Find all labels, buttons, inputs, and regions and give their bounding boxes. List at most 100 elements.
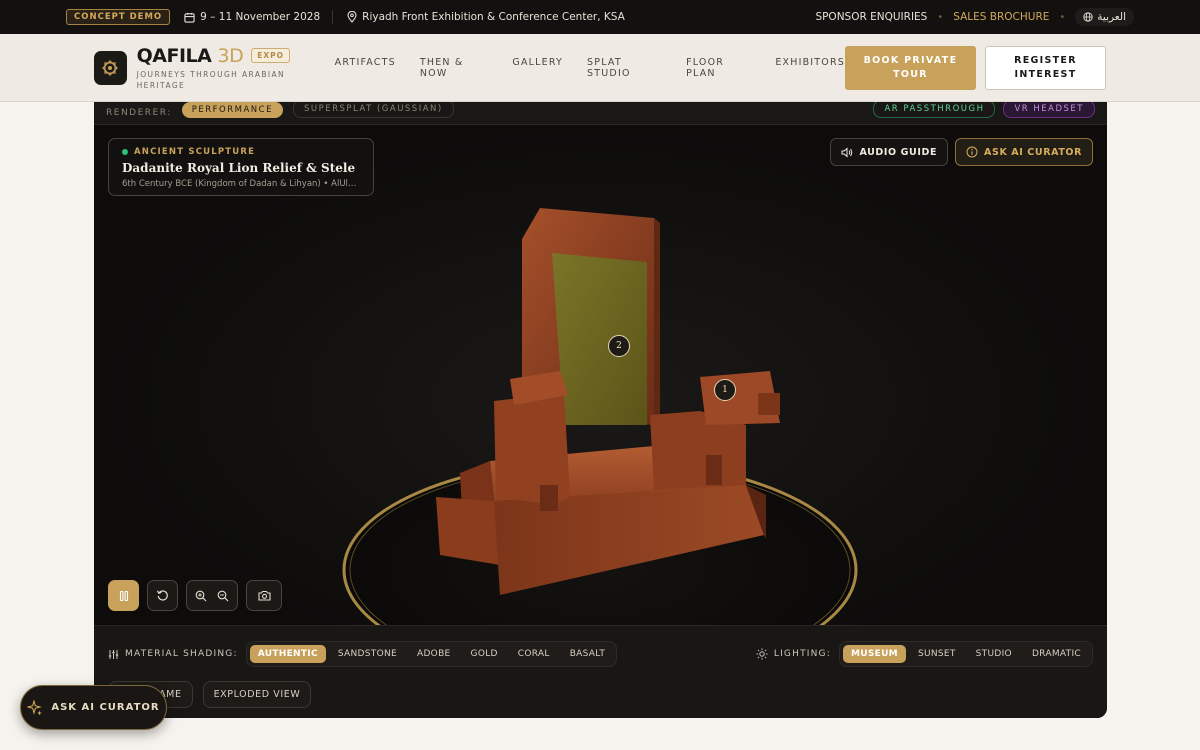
material-option-basalt[interactable]: BASALT (562, 645, 613, 663)
star-emblem-icon (102, 59, 119, 76)
hotspot-1[interactable]: 1 (714, 379, 736, 401)
top-bar-links: SPONSOR ENQUIRIES • SALES BROCHURE • الع… (815, 8, 1134, 26)
material-option-gold[interactable]: GOLD (463, 645, 506, 663)
zoom-controls (186, 580, 238, 611)
separator-dot: • (1059, 11, 1066, 23)
brand-name: QAFILA (136, 44, 212, 67)
floating-ask-ai-curator-label: ASK AI CURATOR (51, 702, 160, 713)
brand-block: QAFILA 3D EXPO JOURNEYS THROUGH ARABIAN … (137, 45, 297, 91)
lighting-label: LIGHTING: (773, 649, 831, 659)
rotate-ccw-icon (156, 590, 168, 601)
artifact-subtitle: 6th Century BCE (Kingdom of Dadan & Lihy… (122, 179, 360, 189)
brand-title: QAFILA 3D EXPO (137, 45, 297, 67)
sponsor-enquiries-link[interactable]: SPONSOR ENQUIRIES (815, 11, 927, 23)
artifact-category-label: ANCIENT SCULPTURE (134, 147, 256, 157)
expo-badge: EXPO (251, 48, 290, 63)
inscription-plaque (552, 253, 647, 425)
renderer-label: RENDERER: (106, 108, 172, 118)
concept-demo-badge: CONCEPT DEMO (66, 9, 171, 25)
material-shading-label-wrap: MATERIAL SHADING: (108, 649, 238, 660)
lion-left-body (494, 393, 570, 505)
book-private-tour-button[interactable]: BOOK PRIVATE TOUR (845, 45, 976, 90)
brand-tagline: JOURNEYS THROUGH ARABIAN HERITAGE (136, 69, 286, 90)
location-pin-icon (347, 11, 357, 23)
divider (332, 10, 334, 24)
viewer-actions: AUDIO GUIDE ASK AI CURATOR (830, 138, 1093, 166)
ask-ai-curator-button[interactable]: ASK AI CURATOR (955, 138, 1093, 166)
lighting-option-studio[interactable]: STUDIO (968, 645, 1020, 663)
artifact-title: Dadanite Royal Lion Relief & Stele (122, 161, 356, 175)
renderer-supersplat-option[interactable]: SUPERSPLAT (GAUSSIAN) (292, 100, 454, 118)
dates-text: 9 – 11 November 2028 (200, 11, 321, 23)
camera-icon (257, 590, 271, 601)
material-shading-row: MATERIAL SHADING: AUTHENTIC SANDSTONE AD… (108, 641, 618, 667)
artifact-viewer: RENDERER: PERFORMANCE SUPERSPLAT (GAUSSI… (94, 92, 1107, 718)
floating-ask-ai-curator-button[interactable]: ASK AI CURATOR (20, 685, 167, 730)
exploded-view-button[interactable]: EXPLODED VIEW (202, 681, 312, 708)
reset-view-button[interactable] (147, 580, 178, 611)
event-venue: Riyadh Front Exhibition & Conference Cen… (347, 11, 625, 23)
lighting-option-museum[interactable]: MUSEUM (842, 645, 906, 663)
sliders-icon (108, 649, 119, 659)
nav-link-splat-studio[interactable]: SPLAT STUDIO (587, 57, 662, 79)
ar-passthrough-button[interactable]: AR PASSTHROUGH (873, 100, 996, 118)
brand-accent: 3D (217, 44, 244, 67)
main-nav: QAFILA 3D EXPO JOURNEYS THROUGH ARABIAN … (0, 34, 1200, 102)
sales-brochure-link[interactable]: SALES BROCHURE (953, 11, 1049, 23)
material-option-adobe[interactable]: ADOBE (409, 645, 459, 663)
calendar-icon (184, 12, 195, 23)
xr-mode-group: AR PASSTHROUGH VR HEADSET (873, 100, 1095, 118)
nav-cta-group: BOOK PRIVATE TOUR REGISTER INTEREST (845, 45, 1106, 90)
lion-left-leg (540, 485, 558, 511)
sparkle-icon (27, 699, 43, 715)
lion-right-snout (758, 393, 780, 415)
pause-icon (119, 590, 128, 601)
lighting-label-wrap: LIGHTING: (756, 648, 831, 660)
lion-right-leg (706, 455, 722, 485)
event-dates: 9 – 11 November 2028 (184, 11, 320, 23)
nav-link-then-now[interactable]: THEN & NOW (420, 57, 489, 79)
lighting-option-dramatic[interactable]: DRAMATIC (1024, 645, 1089, 663)
lighting-row: LIGHTING: MUSEUM SUNSET STUDIO DRAMATIC (756, 641, 1093, 667)
material-option-coral[interactable]: CORAL (510, 645, 558, 663)
brand-logo[interactable] (94, 50, 127, 85)
nav-link-exhibitors[interactable]: EXHIBITORS (775, 57, 845, 79)
globe-icon (1083, 12, 1093, 22)
screenshot-button[interactable] (246, 580, 282, 611)
lighting-option-sunset[interactable]: SUNSET (910, 645, 964, 663)
language-switcher[interactable]: العربية (1075, 8, 1134, 26)
language-label: العربية (1097, 11, 1126, 23)
material-shading-label: MATERIAL SHADING: (125, 649, 238, 659)
base-step-lower (436, 497, 500, 565)
material-options: AUTHENTIC SANDSTONE ADOBE GOLD CORAL BAS… (245, 641, 618, 667)
nav-link-artifacts[interactable]: ARTIFACTS (335, 57, 396, 79)
nav-link-floor-plan[interactable]: FLOOR PLAN (686, 57, 751, 79)
ask-ai-curator-label: ASK AI CURATOR (984, 146, 1082, 158)
material-option-authentic[interactable]: AUTHENTIC (249, 645, 326, 663)
material-option-sandstone[interactable]: SANDSTONE (330, 645, 405, 663)
viewer-controls (108, 580, 282, 611)
artifact-info-card[interactable]: ANCIENT SCULPTURE Dadanite Royal Lion Re… (108, 138, 374, 196)
lighting-options: MUSEUM SUNSET STUDIO DRAMATIC (838, 641, 1093, 667)
speaker-icon (841, 146, 853, 158)
register-interest-button[interactable]: REGISTER INTEREST (985, 45, 1106, 90)
pause-button[interactable] (108, 580, 139, 611)
artifact-category: ANCIENT SCULPTURE (122, 147, 360, 157)
audio-guide-button[interactable]: AUDIO GUIDE (830, 138, 949, 166)
venue-text: Riyadh Front Exhibition & Conference Cen… (362, 11, 625, 23)
zoom-out-icon[interactable] (217, 590, 229, 602)
nav-link-gallery[interactable]: GALLERY (512, 57, 563, 79)
hotspot-2[interactable]: 2 (608, 335, 630, 357)
artifact-3d-render[interactable] (94, 125, 1107, 625)
nav-links: ARTIFACTS THEN & NOW GALLERY SPLAT STUDI… (335, 57, 845, 79)
renderer-performance-option[interactable]: PERFORMANCE (181, 102, 283, 118)
stele-side (654, 218, 660, 425)
top-bar: CONCEPT DEMO 9 – 11 November 2028 Riyadh… (0, 0, 1200, 34)
shading-panel: MATERIAL SHADING: AUTHENTIC SANDSTONE AD… (94, 625, 1107, 718)
vr-headset-button[interactable]: VR HEADSET (1003, 100, 1095, 118)
separator-dot: • (937, 11, 944, 23)
3d-stage[interactable]: ANCIENT SCULPTURE Dadanite Royal Lion Re… (94, 125, 1107, 625)
zoom-in-icon[interactable] (195, 590, 207, 602)
audio-guide-label: AUDIO GUIDE (859, 146, 938, 158)
status-dot (122, 149, 128, 155)
